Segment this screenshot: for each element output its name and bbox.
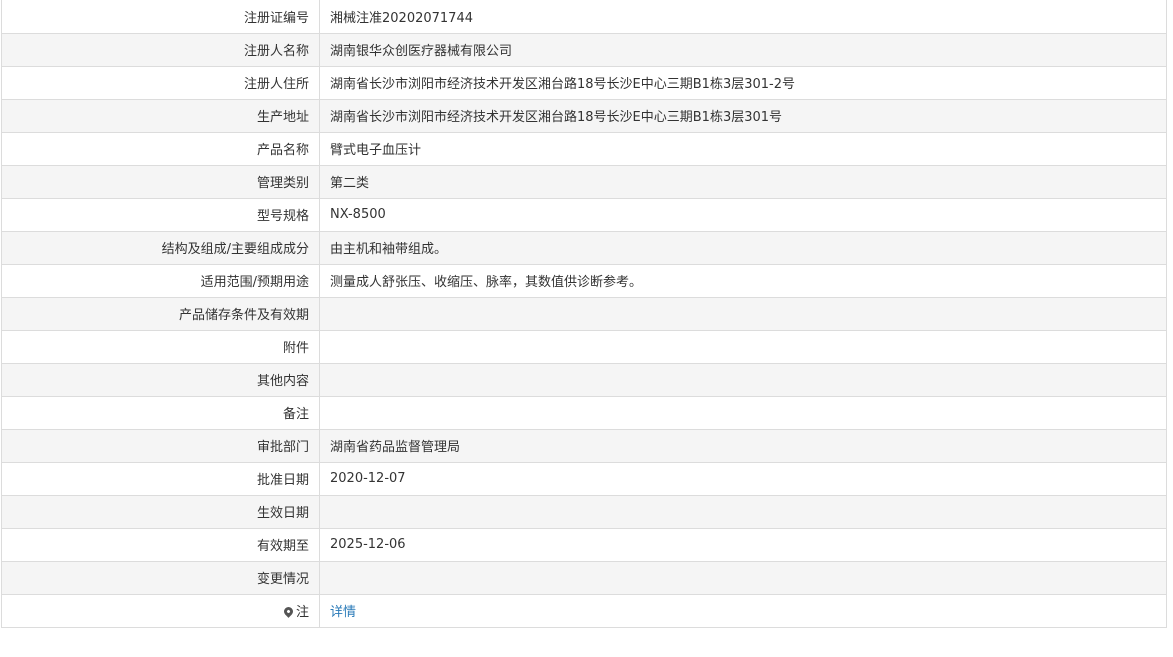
table-row: 适用范围/预期用途 测量成人舒张压、收缩压、脉率，其数值供诊断参考。 [1, 263, 1167, 298]
field-label-intended-use: 适用范围/预期用途 [1, 263, 320, 298]
field-value-structure-composition: 由主机和袖带组成。 [319, 230, 1167, 265]
field-label-attachments: 附件 [1, 329, 320, 364]
field-label-approval-date: 批准日期 [1, 461, 320, 496]
table-row: 其他内容 [1, 362, 1167, 397]
field-label-model-spec: 型号规格 [1, 197, 320, 232]
field-value-approval-department: 湖南省药品监督管理局 [319, 428, 1167, 463]
field-label-change-history: 变更情况 [1, 560, 320, 595]
field-label-registrant-address: 注册人住所 [1, 65, 320, 100]
field-value-attachments [319, 329, 1167, 364]
details-link[interactable]: 详情 [330, 605, 356, 620]
field-value-registration-number: 湘械注准20202071744 [319, 0, 1167, 34]
field-value-valid-until: 2025-12-06 [319, 527, 1167, 562]
field-label-management-category: 管理类别 [1, 164, 320, 199]
table-row: 审批部门 湖南省药品监督管理局 [1, 428, 1167, 463]
table-row: 附件 [1, 329, 1167, 364]
field-value-storage-conditions [319, 296, 1167, 331]
table-row: 注册人住所 湖南省长沙市浏阳市经济技术开发区湘台路18号长沙E中心三期B1栋3层… [1, 65, 1167, 100]
table-row: 注册人名称 湖南银华众创医疗器械有限公司 [1, 32, 1167, 67]
field-label-note: 注 [1, 593, 320, 628]
table-row: 批准日期 2020-12-07 [1, 461, 1167, 496]
field-label-valid-until: 有效期至 [1, 527, 320, 562]
field-label-product-name: 产品名称 [1, 131, 320, 166]
field-value-model-spec: NX-8500 [319, 197, 1167, 232]
table-row: 有效期至 2025-12-06 [1, 527, 1167, 562]
table-row: 生产地址 湖南省长沙市浏阳市经济技术开发区湘台路18号长沙E中心三期B1栋3层3… [1, 98, 1167, 133]
table-row: 注 详情 [1, 593, 1167, 628]
field-value-note: 详情 [319, 593, 1167, 628]
field-label-structure-composition: 结构及组成/主要组成成分 [1, 230, 320, 265]
field-value-other-content [319, 362, 1167, 397]
table-row: 注册证编号 湘械注准20202071744 [1, 0, 1167, 34]
field-label-storage-conditions: 产品储存条件及有效期 [1, 296, 320, 331]
table-row: 产品储存条件及有效期 [1, 296, 1167, 331]
field-value-product-name: 臂式电子血压计 [319, 131, 1167, 166]
field-value-management-category: 第二类 [319, 164, 1167, 199]
field-value-intended-use: 测量成人舒张压、收缩压、脉率，其数值供诊断参考。 [319, 263, 1167, 298]
field-label-registration-number: 注册证编号 [1, 0, 320, 34]
table-row: 生效日期 [1, 494, 1167, 529]
table-row: 结构及组成/主要组成成分 由主机和袖带组成。 [1, 230, 1167, 265]
registration-detail-table: 注册证编号 湘械注准20202071744 注册人名称 湖南银华众创医疗器械有限… [1, 0, 1167, 628]
pin-icon [282, 605, 295, 618]
field-label-remarks: 备注 [1, 395, 320, 430]
field-value-registrant-address: 湖南省长沙市浏阳市经济技术开发区湘台路18号长沙E中心三期B1栋3层301-2号 [319, 65, 1167, 100]
table-row: 型号规格 NX-8500 [1, 197, 1167, 232]
note-label-text: 注 [295, 605, 309, 620]
table-row: 备注 [1, 395, 1167, 430]
field-label-effective-date: 生效日期 [1, 494, 320, 529]
field-label-registrant-name: 注册人名称 [1, 32, 320, 67]
field-value-change-history [319, 560, 1167, 595]
table-row: 管理类别 第二类 [1, 164, 1167, 199]
field-label-approval-department: 审批部门 [1, 428, 320, 463]
field-label-production-address: 生产地址 [1, 98, 320, 133]
field-value-remarks [319, 395, 1167, 430]
table-row: 产品名称 臂式电子血压计 [1, 131, 1167, 166]
field-value-registrant-name: 湖南银华众创医疗器械有限公司 [319, 32, 1167, 67]
table-row: 变更情况 [1, 560, 1167, 595]
field-label-other-content: 其他内容 [1, 362, 320, 397]
field-value-approval-date: 2020-12-07 [319, 461, 1167, 496]
field-value-effective-date [319, 494, 1167, 529]
field-value-production-address: 湖南省长沙市浏阳市经济技术开发区湘台路18号长沙E中心三期B1栋3层301号 [319, 98, 1167, 133]
